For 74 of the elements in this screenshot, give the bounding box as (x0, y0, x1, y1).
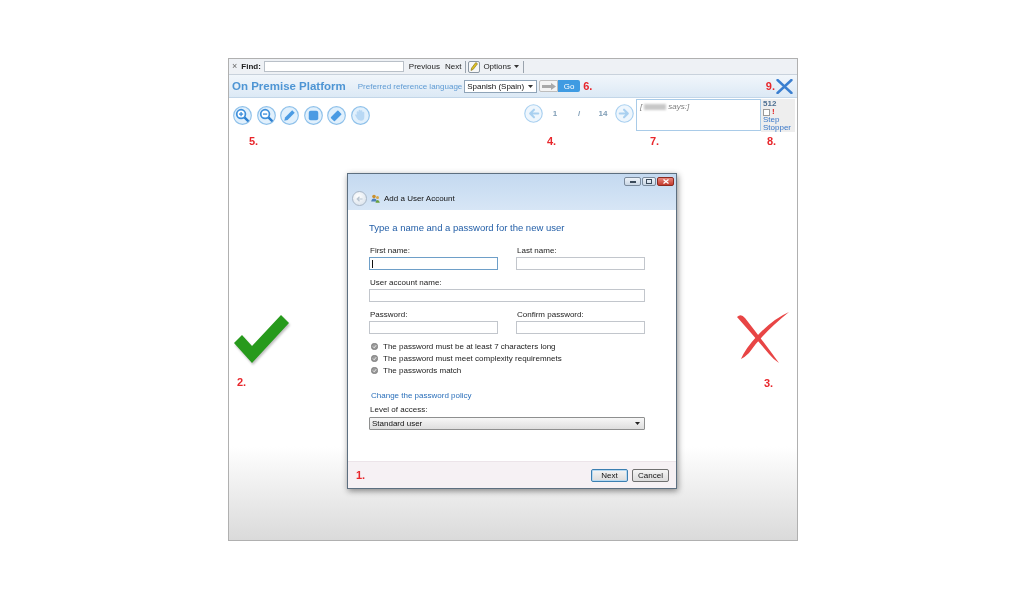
status-icon (371, 366, 378, 374)
input-field[interactable] (516, 257, 645, 270)
right-arrow-icon (541, 82, 556, 90)
users-icon (371, 194, 380, 203)
page-separator: / (576, 108, 582, 120)
cancel-button[interactable]: Cancel (632, 468, 669, 482)
status-icon (371, 342, 378, 350)
text-cursor-icon (372, 259, 373, 268)
step-count: 512 (763, 99, 777, 108)
field-label: Confirm password: (517, 310, 584, 319)
alert-mark: ! (772, 108, 775, 116)
app-title: On Premise Platform (232, 80, 346, 92)
find-label: Find: (241, 62, 261, 71)
checkmark-icon[interactable] (232, 313, 290, 365)
field-label: Level of access: (370, 405, 428, 414)
arrow-button[interactable] (539, 80, 559, 92)
zoom-out-icon[interactable] (256, 106, 276, 125)
window-title: Add a User Account (384, 194, 455, 203)
zoom-in-icon[interactable] (233, 106, 252, 125)
maximize-icon (646, 179, 652, 184)
left-arrow-icon (356, 195, 363, 202)
close-icon (662, 179, 669, 184)
language-label: Preferred reference language (357, 81, 463, 91)
close-button[interactable]: × (232, 62, 238, 71)
input-field[interactable] (369, 257, 498, 270)
back-button[interactable] (352, 191, 367, 206)
input-field[interactable] (369, 321, 498, 334)
field-label: First name: (370, 246, 410, 255)
requirement-text: The passwords match (383, 365, 462, 375)
callout-number: 4. (547, 135, 557, 147)
input-field[interactable] (516, 321, 645, 334)
callout-number: 9. (765, 80, 775, 92)
minimize-icon (629, 180, 636, 183)
field-label: User account name: (370, 278, 442, 287)
callout-number: 3. (764, 377, 774, 389)
callout-number: 6. (583, 80, 593, 92)
callout-number: 1. (356, 469, 366, 481)
callout-number: 8. (767, 135, 777, 147)
caret-icon (513, 65, 519, 68)
hand-icon[interactable] (350, 106, 370, 125)
next-button[interactable]: Next (444, 62, 462, 71)
access-select[interactable]: Standard user (369, 417, 645, 430)
eraser-icon[interactable] (327, 106, 347, 125)
page-total: 14 (597, 108, 609, 120)
page-number: 1 (551, 108, 559, 120)
callout-number: 7. (650, 135, 660, 147)
pencil-icon[interactable] (280, 106, 300, 125)
close-icon[interactable] (776, 78, 793, 94)
requirement-text: The password must meet complexity requiremnets (383, 353, 562, 363)
pencil-button[interactable] (468, 60, 481, 73)
callout-number: 5. (249, 135, 259, 147)
step-stopper-link[interactable]: Step Stopper (763, 116, 793, 132)
language-select[interactable]: Spanish (Spain) (464, 79, 538, 93)
status-icon (371, 354, 378, 362)
pencil-icon (470, 62, 479, 71)
next-button[interactable]: Next (591, 468, 628, 482)
comment-field[interactable]: [ says:] (636, 99, 761, 131)
input-field[interactable] (369, 289, 645, 302)
options-button[interactable]: Options (483, 62, 519, 71)
close-button[interactable] (657, 177, 674, 186)
caret-icon (635, 422, 640, 425)
callout-number: 2. (237, 376, 247, 388)
previous-button[interactable]: Previous (408, 62, 440, 71)
field-label: Password: (370, 310, 408, 319)
redacted-block (644, 104, 667, 110)
field-label: Last name: (517, 246, 557, 255)
find-field[interactable] (263, 61, 404, 72)
minimize-button[interactable] (624, 177, 641, 186)
maximize-button[interactable] (642, 177, 656, 186)
checkbox[interactable] (763, 108, 770, 116)
password-policy-link[interactable]: Change the password policy (371, 391, 472, 400)
caret-icon (528, 84, 534, 88)
dialog-heading: Type a name and a password for the new user (369, 222, 565, 233)
requirement-text: The password must be at least 7 characters long (383, 341, 556, 351)
